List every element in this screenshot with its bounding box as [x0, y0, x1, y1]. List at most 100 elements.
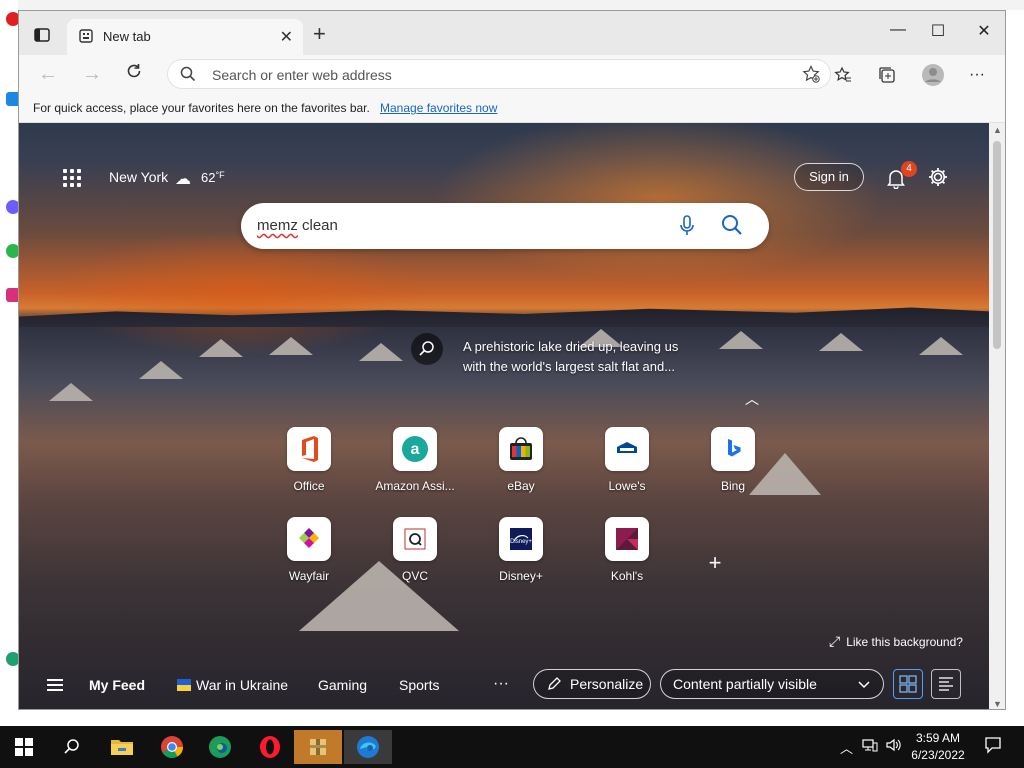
page-scrollbar[interactable]: ▲ ▼ — [989, 123, 1005, 709]
list-view-icon[interactable] — [931, 669, 961, 699]
quick-link-lowes[interactable]: Lowe's — [587, 427, 667, 507]
maximize-button[interactable]: ☐ — [915, 21, 961, 45]
file-explorer-icon[interactable] — [98, 730, 146, 764]
quick-link-disney-plus[interactable]: Disney+ Disney+ — [481, 517, 561, 597]
show-hidden-icons[interactable]: ︿ — [840, 738, 853, 757]
lowes-icon — [605, 427, 649, 471]
scroll-up-icon[interactable]: ▲ — [993, 125, 1002, 135]
quick-link-label: QVC — [401, 569, 428, 583]
address-bar[interactable]: Search or enter web address — [167, 59, 831, 89]
tab-new-tab[interactable]: New tab ✕ — [67, 19, 303, 55]
close-tab-icon[interactable]: ✕ — [280, 27, 293, 47]
salt-pile — [49, 383, 93, 401]
desktop-right-strip — [1006, 10, 1024, 726]
pencil-icon — [546, 676, 562, 695]
favorites-bar-hint: For quick access, place your favorites h… — [33, 101, 370, 115]
content-visibility-dropdown[interactable]: Content partially visible — [660, 669, 884, 699]
search-submit-icon[interactable] — [721, 214, 743, 241]
browser-window: New tab ✕ + — ☐ ✕ ← → Search or enter we… — [18, 10, 1006, 710]
caption-text[interactable]: A prehistoric lake dried up, leaving us … — [463, 337, 703, 377]
search-query[interactable]: memz clean — [257, 217, 338, 234]
office-icon — [287, 427, 331, 471]
grid-view-icon[interactable] — [893, 669, 923, 699]
menu-icon[interactable] — [47, 679, 63, 691]
quick-link-qvc[interactable]: QVC — [375, 517, 455, 597]
desktop-left-strip — [0, 0, 20, 726]
quick-link-label: Disney+ — [499, 569, 543, 583]
volume-icon[interactable] — [886, 738, 902, 755]
disney-plus-icon: Disney+ — [499, 517, 543, 561]
collections-icon[interactable] — [873, 61, 901, 89]
edge-beta-icon[interactable] — [196, 730, 244, 764]
back-button[interactable]: ← — [35, 61, 61, 87]
add-favorite-icon[interactable] — [802, 65, 820, 88]
new-tab-page: New York ☁ 62°F Sign in 4 memz clean A p… — [19, 123, 989, 709]
profile-avatar[interactable] — [919, 61, 947, 89]
quick-link-label: eBay — [507, 479, 535, 493]
favorites-icon[interactable] — [829, 61, 857, 89]
microphone-icon[interactable] — [679, 215, 695, 242]
quick-link-amazon-assistant[interactable]: a Amazon Assi... — [375, 427, 455, 507]
personalize-button[interactable]: Personalize — [533, 669, 651, 699]
navigation-toolbar: ← → Search or enter web address ··· — [19, 55, 1005, 93]
archive-app-icon[interactable] — [294, 730, 342, 764]
taskbar-search-icon[interactable] — [48, 730, 96, 764]
wayfair-icon — [287, 517, 331, 561]
salt-pile — [269, 337, 313, 355]
web-search-box[interactable]: memz clean — [241, 203, 769, 249]
network-icon[interactable] — [862, 738, 878, 755]
edge-icon[interactable] — [344, 730, 392, 764]
weather-temperature[interactable]: 62°F — [201, 170, 225, 185]
kohls-icon — [605, 517, 649, 561]
app-launcher-icon[interactable] — [63, 169, 81, 187]
tab-actions-icon[interactable] — [27, 23, 57, 47]
feed-tab-my-feed[interactable]: My Feed — [89, 677, 145, 693]
svg-text:a: a — [411, 441, 420, 458]
title-bar: New tab ✕ + — ☐ ✕ — [19, 11, 1005, 55]
quick-link-kohls[interactable]: Kohl's — [587, 517, 667, 597]
like-background-link[interactable]: ⤢ Like this background? — [829, 633, 963, 650]
notification-badge: 4 — [901, 161, 917, 177]
refresh-button[interactable] — [121, 61, 147, 87]
weather-city[interactable]: New York — [109, 169, 168, 185]
settings-and-more-icon[interactable]: ··· — [963, 61, 991, 89]
start-button[interactable] — [0, 730, 48, 764]
salt-pile — [719, 331, 763, 349]
clock[interactable]: 3:59 AM 6/23/2022 — [906, 730, 970, 764]
collapse-caret-icon[interactable]: ︿ — [745, 389, 759, 409]
image-search-icon[interactable] — [411, 333, 443, 365]
feed-more-icon[interactable]: ··· — [493, 675, 509, 693]
cloud-icon: ☁ — [175, 171, 191, 188]
quick-link-bing[interactable]: Bing — [693, 427, 773, 507]
ukraine-flag-icon — [177, 679, 191, 691]
clock-date: 6/23/2022 — [911, 748, 965, 762]
chrome-icon[interactable] — [148, 730, 196, 764]
add-site-button[interactable]: + — [705, 552, 725, 574]
forward-button[interactable]: → — [79, 61, 105, 87]
quick-link-wayfair[interactable]: Wayfair — [269, 517, 349, 597]
address-placeholder: Search or enter web address — [212, 67, 392, 83]
quick-link-ebay[interactable]: eBay — [481, 427, 561, 507]
quick-link-label: Kohl's — [610, 569, 644, 583]
scroll-down-icon[interactable]: ▼ — [993, 699, 1002, 709]
new-tab-button[interactable]: + — [313, 23, 326, 45]
notification-center-icon[interactable] — [984, 736, 1002, 757]
qvc-icon — [393, 517, 437, 561]
feed-tab-sports[interactable]: Sports — [399, 677, 439, 693]
refresh-icon — [127, 64, 141, 78]
search-icon — [180, 66, 196, 87]
close-window-button[interactable]: ✕ — [961, 21, 1005, 45]
ebay-icon — [499, 427, 543, 471]
feed-tab-gaming[interactable]: Gaming — [318, 677, 367, 693]
sign-in-button[interactable]: Sign in — [794, 163, 864, 191]
quick-link-label: Office — [293, 479, 325, 493]
gear-icon[interactable] — [927, 166, 949, 188]
quick-link-office[interactable]: Office — [269, 427, 349, 507]
manage-favorites-link[interactable]: Manage favorites now — [380, 101, 497, 115]
opera-icon[interactable] — [246, 730, 294, 764]
scrollbar-thumb[interactable] — [993, 141, 1001, 349]
quick-link-label: Bing — [720, 479, 746, 493]
feed-tab-war-in-ukraine[interactable]: War in Ukraine — [196, 677, 288, 693]
favorites-bar: For quick access, place your favorites h… — [19, 93, 1005, 123]
background-mountains — [19, 307, 989, 327]
